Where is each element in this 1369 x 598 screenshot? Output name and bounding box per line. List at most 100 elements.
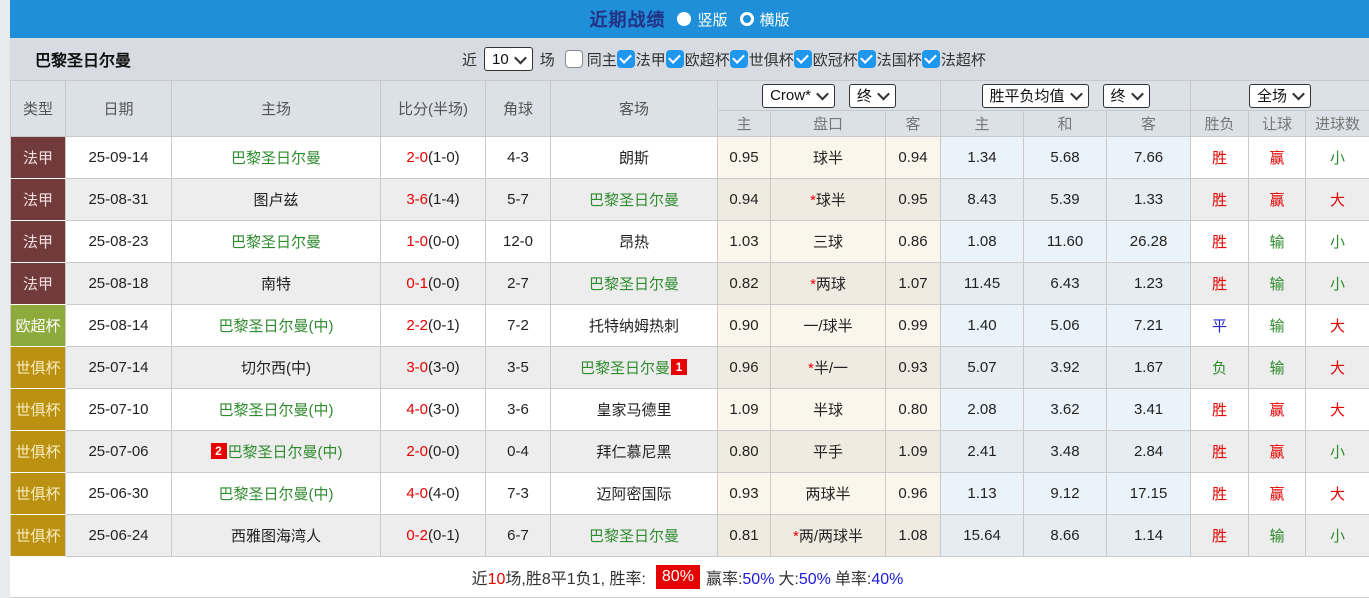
handicap-result-cell: 赢 [1249, 179, 1306, 221]
team-name[interactable]: 巴黎圣日尔曼 [231, 150, 321, 167]
col-header-corner: 角球 [486, 81, 551, 137]
table-row: 法甲25-08-31图卢兹3-6(1-4)5-7巴黎圣日尔曼0.94*球半0.9… [11, 179, 1369, 221]
table-row: 世俱杯25-06-30巴黎圣日尔曼(中)4-0(4-0)7-3迈阿密国际0.93… [11, 473, 1369, 515]
corner-cell: 4-3 [486, 137, 551, 179]
team-name[interactable]: 皇家马德里 [596, 402, 671, 419]
checkbox-checked-icon[interactable] [730, 50, 748, 68]
summary-bar: 近10场,胜8平1负1, 胜率: 80% 赢率:50% 大:50% 单率:40% [10, 557, 1369, 598]
checkbox-checked-icon[interactable] [794, 50, 812, 68]
team-name[interactable]: 朗斯 [619, 150, 649, 167]
competition-filter[interactable]: 法国杯 [858, 49, 922, 70]
team-name[interactable]: 昂热 [619, 234, 649, 251]
result-cell: 负 [1191, 347, 1249, 389]
team-name[interactable]: 图卢兹 [253, 192, 298, 209]
score-cell: 0-2(0-1) [381, 515, 486, 557]
team-name[interactable]: 巴黎圣日尔曼 [589, 276, 679, 293]
handicap-star: * [810, 192, 816, 209]
team-name[interactable]: 巴黎圣日尔曼 [589, 528, 679, 545]
radio-unselected-icon[interactable] [740, 12, 754, 26]
bookmaker-select[interactable]: Crow* [762, 84, 835, 108]
chevron-down-icon [816, 88, 829, 101]
home-mean-cell: 2.08 [941, 389, 1024, 431]
team-name[interactable]: 巴黎圣日尔曼 [589, 192, 679, 209]
team-name[interactable]: 巴黎圣日尔曼 [231, 234, 321, 251]
team-name[interactable]: 巴黎圣日尔曼(中) [219, 402, 334, 419]
team-name[interactable]: 迈阿密国际 [596, 486, 671, 503]
team-name[interactable]: 巴黎圣日尔曼(中) [219, 486, 334, 503]
half-time-score: (3-0) [428, 401, 460, 418]
same-home-checkbox[interactable] [565, 50, 583, 68]
team-name[interactable]: 拜仁慕尼黑 [596, 444, 671, 461]
corner-cell: 7-2 [486, 305, 551, 347]
goals-result-cell: 大 [1306, 179, 1369, 221]
layout-option-horizontal[interactable]: 横版 [740, 9, 790, 30]
competition-filter[interactable]: 欧冠杯 [794, 49, 858, 70]
competition-filter[interactable]: 法甲 [617, 49, 666, 70]
competition-filter[interactable]: 世俱杯 [730, 49, 794, 70]
competition-type-cell: 法甲 [11, 263, 66, 305]
layout-option-horizontal-label: 横版 [760, 9, 790, 30]
mean-group-header: 胜平负均值 终 [941, 81, 1191, 111]
team-name[interactable]: 巴黎圣日尔曼(中) [228, 444, 343, 461]
draw-mean-cell: 3.62 [1024, 389, 1107, 431]
home-odds-cell: 1.09 [718, 389, 771, 431]
handicap-line-cell: *球半 [771, 179, 886, 221]
chevron-down-icon [877, 88, 890, 101]
goals-result-cell: 小 [1306, 221, 1369, 263]
handicap-star: * [793, 528, 799, 545]
away-team-cell: 朗斯 [551, 137, 718, 179]
team-name[interactable]: 切尔西(中) [241, 360, 311, 377]
team-name[interactable]: 巴黎圣日尔曼 [580, 360, 670, 377]
home-odds-cell: 0.95 [718, 137, 771, 179]
summary-record: 场,胜8平1负1, 胜率: [505, 571, 645, 588]
checkbox-checked-icon[interactable] [617, 50, 635, 68]
team-name[interactable]: 巴黎圣日尔曼(中) [219, 318, 334, 335]
away-team-cell: 皇家马德里 [551, 389, 718, 431]
col-header-type: 类型 [11, 81, 66, 137]
handicap-result-cell: 赢 [1249, 137, 1306, 179]
home-team-cell: 巴黎圣日尔曼(中) [172, 473, 381, 515]
half-time-score: (0-1) [428, 317, 460, 334]
match-date-cell: 25-08-23 [66, 221, 172, 263]
team-name[interactable]: 托特纳姆热刺 [589, 318, 679, 335]
draw-mean-cell: 5.06 [1024, 305, 1107, 347]
handicap-result-cell: 输 [1249, 515, 1306, 557]
avg-select[interactable]: 胜平负均值 [982, 84, 1089, 108]
away-mean-cell: 3.41 [1107, 389, 1191, 431]
radio-selected-icon[interactable] [677, 12, 691, 26]
draw-mean-cell: 3.92 [1024, 347, 1107, 389]
competition-filter[interactable]: 欧超杯 [666, 49, 730, 70]
bookmaker-period-select[interactable]: 终 [849, 84, 896, 108]
competition-label: 欧冠杯 [813, 49, 858, 70]
layout-option-vertical[interactable]: 竖版 [677, 9, 727, 30]
match-count-select[interactable]: 10 [484, 47, 533, 71]
team-name[interactable]: 西雅图海湾人 [231, 528, 321, 545]
result-cell: 胜 [1191, 179, 1249, 221]
half-time-score: (0-1) [428, 527, 460, 544]
team-name[interactable]: 南特 [261, 276, 291, 293]
checkbox-checked-icon[interactable] [922, 50, 940, 68]
match-date-cell: 25-07-10 [66, 389, 172, 431]
match-date-cell: 25-06-24 [66, 515, 172, 557]
draw-mean-cell: 3.48 [1024, 431, 1107, 473]
competition-type-cell: 法甲 [11, 179, 66, 221]
single-ratio-label: 单率: [835, 571, 871, 588]
checkbox-checked-icon[interactable] [858, 50, 876, 68]
competition-filter[interactable]: 法超杯 [922, 49, 986, 70]
away-mean-cell: 17.15 [1107, 473, 1191, 515]
score-cell: 1-0(0-0) [381, 221, 486, 263]
corner-cell: 3-6 [486, 389, 551, 431]
score-cell: 4-0(4-0) [381, 473, 486, 515]
scope-group-header: 全场 [1191, 81, 1369, 111]
table-row: 法甲25-08-23巴黎圣日尔曼1-0(0-0)12-0昂热1.03三球0.86… [11, 221, 1369, 263]
scope-select[interactable]: 全场 [1249, 84, 1311, 108]
match-count-value: 10 [492, 51, 509, 68]
home-odds-cell: 0.96 [718, 347, 771, 389]
result-cell: 胜 [1191, 431, 1249, 473]
handicap-line-cell: 一/球半 [771, 305, 886, 347]
score-cell: 3-0(3-0) [381, 347, 486, 389]
full-time-score: 0-1 [406, 275, 428, 292]
home-team-cell: 2巴黎圣日尔曼(中) [172, 431, 381, 473]
avg-period-select[interactable]: 终 [1103, 84, 1150, 108]
checkbox-checked-icon[interactable] [666, 50, 684, 68]
